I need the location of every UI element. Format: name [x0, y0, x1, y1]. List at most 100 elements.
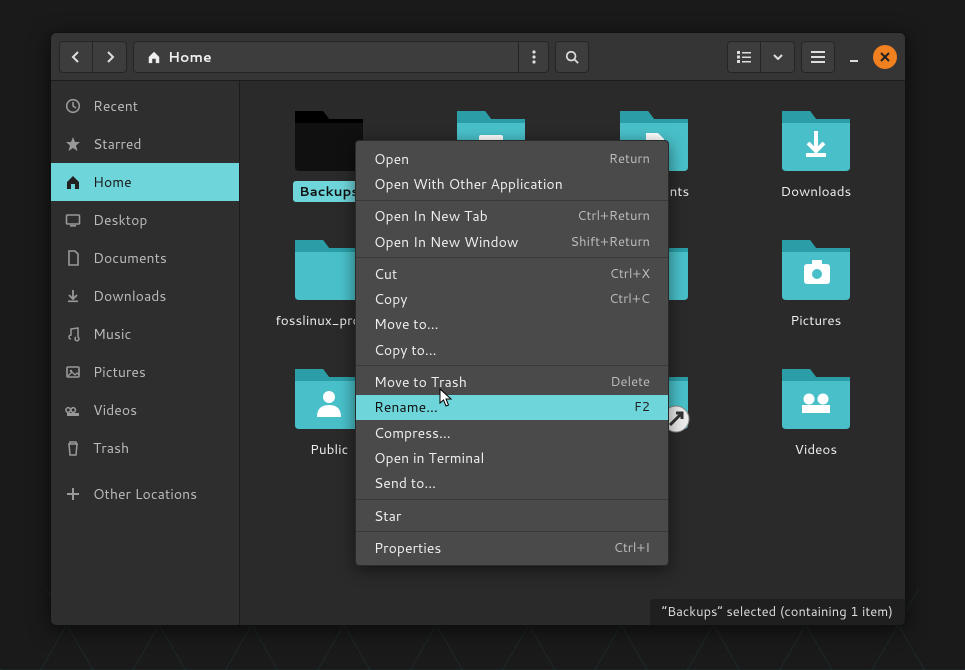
context-menu-item[interactable]: Move to Trash Delete: [356, 369, 668, 394]
sidebar-item-home[interactable]: Home: [51, 163, 239, 201]
sidebar-item-label: Music: [93, 324, 131, 344]
file-item[interactable]: Pictures: [735, 228, 897, 331]
context-menu-label: Open: [374, 149, 409, 169]
file-label: Downloads: [775, 181, 858, 202]
sidebar-item-desktop[interactable]: Desktop: [51, 201, 239, 239]
context-menu-item[interactable]: Copy Ctrl+C: [356, 286, 668, 311]
sidebar-item-label: Downloads: [93, 286, 166, 306]
music-icon: [65, 326, 81, 342]
pathbar-menu-button[interactable]: [518, 42, 548, 72]
pathbar: Home: [133, 41, 549, 73]
videos-icon: [65, 402, 81, 418]
sidebar-item-recent[interactable]: Recent: [51, 87, 239, 125]
sidebar-item-label: Recent: [93, 96, 138, 116]
starred-icon: [65, 136, 81, 152]
status-text: “Backups” selected (containing 1 item): [662, 603, 893, 621]
context-menu-item[interactable]: Open With Other Application: [356, 171, 668, 196]
file-label: Videos: [789, 439, 843, 460]
context-menu-separator: [356, 499, 668, 500]
context-menu-item[interactable]: OpenReturn: [356, 146, 668, 171]
context-menu-accel: Shift+Return: [570, 233, 650, 251]
view-dropdown-button[interactable]: [761, 41, 795, 73]
sidebar-item-videos[interactable]: Videos: [51, 391, 239, 429]
context-menu-label: Rename…: [374, 397, 438, 417]
context-menu-label: Compress…: [374, 423, 451, 443]
context-menu-separator: [356, 200, 668, 201]
sidebar-item-label: Videos: [93, 400, 137, 420]
sidebar-item-trash[interactable]: Trash: [51, 429, 239, 467]
back-button[interactable]: [59, 41, 93, 73]
file-item[interactable]: Downloads: [735, 99, 897, 202]
folder-icon: [776, 357, 856, 433]
context-menu-label: Star: [374, 506, 401, 526]
context-menu-item[interactable]: Copy to…: [356, 337, 668, 362]
file-item[interactable]: Videos: [735, 357, 897, 460]
context-menu-label: Open In New Window: [374, 232, 518, 252]
context-menu-label: Open With Other Application: [374, 174, 563, 194]
sidebar-item-pictures[interactable]: Pictures: [51, 353, 239, 391]
nav-buttons: [59, 41, 127, 73]
context-menu-separator: [356, 365, 668, 366]
sidebar-item-downloads[interactable]: Downloads: [51, 277, 239, 315]
context-menu-item[interactable]: Open In New Window Shift+Return: [356, 229, 668, 254]
context-menu-label: Open in Terminal: [374, 448, 484, 468]
context-menu-separator: [356, 531, 668, 532]
context-menu: OpenReturn Open With Other Application Ope…: [355, 140, 669, 566]
context-menu-accel: Ctrl+Return: [577, 207, 650, 225]
file-label: Pictures: [784, 310, 847, 331]
context-menu-item[interactable]: Compress…: [356, 420, 668, 445]
context-menu-item[interactable]: Open in Terminal: [356, 445, 668, 470]
context-menu-label: Copy to…: [374, 340, 437, 360]
forward-button[interactable]: [93, 41, 127, 73]
sidebar-item-documents[interactable]: Documents: [51, 239, 239, 277]
sidebar-item-label: Pictures: [93, 362, 146, 382]
folder-icon: [776, 228, 856, 304]
sidebar-item-label: Documents: [93, 248, 167, 268]
trash-icon: [65, 440, 81, 456]
context-menu-item[interactable]: Star: [356, 503, 668, 528]
sidebar-item-other[interactable]: Other Locations: [51, 475, 239, 513]
downloads-icon: [65, 288, 81, 304]
recent-icon: [65, 98, 81, 114]
context-menu-accel: F2: [634, 398, 650, 416]
sidebar-item-music[interactable]: Music: [51, 315, 239, 353]
home-icon: [65, 174, 81, 190]
home-icon: [146, 49, 162, 65]
sidebar-item-label: Starred: [93, 134, 142, 154]
context-menu-item[interactable]: Properties Ctrl+I: [356, 535, 668, 560]
context-menu-label: Send to…: [374, 473, 436, 493]
folder-icon: [776, 99, 856, 175]
sidebar-item-label: Desktop: [93, 210, 147, 230]
sidebar-item-label: Trash: [93, 438, 129, 458]
headerbar: Home: [51, 33, 905, 81]
sidebar: Recent Starred Home Desktop Documents Downloa…: [51, 81, 240, 625]
context-menu-label: Properties: [374, 538, 441, 558]
context-menu-label: Copy: [374, 289, 408, 309]
context-menu-item[interactable]: Open In New TabCtrl+Return: [356, 204, 668, 229]
sidebar-item-label: Other Locations: [93, 484, 197, 504]
hamburger-menu-button[interactable]: [801, 41, 835, 73]
breadcrumb-home[interactable]: Home: [134, 42, 224, 72]
context-menu-label: Cut: [374, 264, 397, 284]
breadcrumb-label: Home: [168, 47, 212, 67]
context-menu-label: Move to Trash: [374, 372, 467, 392]
sidebar-item-starred[interactable]: Starred: [51, 125, 239, 163]
minimize-button[interactable]: [841, 41, 867, 73]
search-button[interactable]: [555, 41, 589, 73]
file-label: Public: [304, 439, 354, 460]
context-menu-accel: Delete: [610, 373, 650, 391]
desktop-icon: [65, 212, 81, 228]
context-menu-accel: Ctrl+I: [614, 539, 650, 557]
other-icon: [65, 486, 81, 502]
close-button[interactable]: [873, 45, 897, 69]
context-menu-label: Move to…: [374, 314, 439, 334]
context-menu-item[interactable]: Send to…: [356, 471, 668, 496]
context-menu-accel: Ctrl+X: [610, 265, 650, 283]
context-menu-accel: Ctrl+C: [609, 290, 650, 308]
context-menu-item[interactable]: Rename… F2: [356, 395, 668, 420]
context-menu-separator: [356, 257, 668, 258]
context-menu-item[interactable]: Move to…: [356, 312, 668, 337]
context-menu-item[interactable]: Cut Ctrl+X: [356, 261, 668, 286]
view-mode-button[interactable]: [727, 41, 761, 73]
sidebar-item-label: Home: [93, 172, 132, 192]
